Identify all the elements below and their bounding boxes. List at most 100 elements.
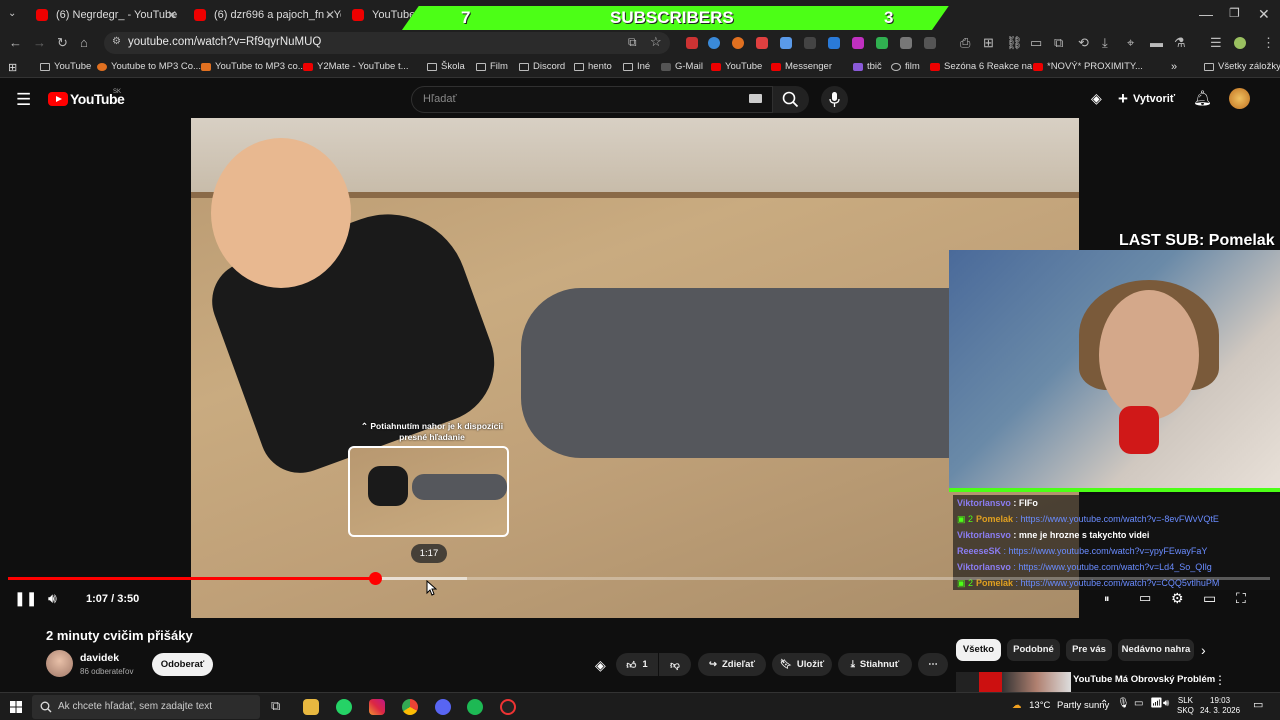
restore-icon[interactable]: ❐ (1229, 6, 1240, 20)
search-input[interactable]: Hľadať (411, 86, 773, 113)
save-button[interactable]: 🔖︎ Uložiť (772, 653, 832, 676)
channel-name[interactable]: davidek (80, 652, 119, 664)
bookmark-item[interactable]: YouTube (711, 61, 762, 72)
subtitles-icon[interactable]: ▭ (1139, 590, 1151, 606)
extension-icon[interactable] (732, 37, 744, 49)
premium-icon[interactable]: ◈ (595, 657, 606, 674)
close-tab-icon[interactable]: ✕ (167, 8, 177, 22)
pause-icon[interactable]: ❚❚ (14, 590, 37, 607)
site-info-icon[interactable]: ⚙ (112, 36, 121, 47)
chip-related[interactable]: Podobné (1007, 639, 1060, 661)
forward-icon[interactable]: → (33, 35, 46, 50)
channel-avatar[interactable] (46, 650, 73, 677)
create-button[interactable]: + Vytvoriť (1118, 88, 1175, 110)
video-player[interactable] (191, 118, 1079, 618)
bookmark-item[interactable]: Film (476, 61, 508, 72)
extension-icon[interactable] (686, 37, 698, 49)
bookmark-item[interactable]: Sezóna 6 Reakce na... (930, 61, 1040, 72)
install-app-icon[interactable]: ⧉ (628, 35, 637, 50)
bookmark-item[interactable]: Škola (427, 61, 465, 72)
chip-for-you[interactable]: Pre vás (1066, 639, 1112, 661)
share-button[interactable]: ↪ Zdieľať (698, 653, 766, 676)
fullscreen-icon[interactable]: ⛶ (1236, 590, 1246, 607)
url-text[interactable]: youtube.com/watch?v=Rf9qyrNuMUQ (128, 36, 321, 48)
address-bar[interactable]: ⚙ youtube.com/watch?v=Rf9qyrNuMUQ ⧉ ☆ (104, 32, 670, 54)
system-clock[interactable]: 19:03 24. 3. 2026 (1200, 696, 1240, 716)
profile-avatar-icon[interactable] (1234, 37, 1246, 49)
tab-search-chevron-icon[interactable]: ⌄ (8, 8, 16, 19)
apps-icon[interactable]: ⊞ (8, 61, 17, 74)
bookmark-item[interactable]: G-Mail (661, 61, 703, 72)
browser-tab[interactable]: (6) dzr696 a pajoch_fn - YouTu ✕ (186, 3, 341, 27)
autoplay-toggle-icon[interactable]: ⏸︎ (1104, 593, 1110, 606)
close-tab-icon[interactable]: ✕ (325, 8, 335, 22)
windows-start-icon[interactable] (10, 701, 22, 713)
download-button[interactable]: ⤓ Stiahnuť (838, 653, 912, 676)
account-avatar[interactable] (1229, 88, 1250, 109)
tray-chevron-icon[interactable]: ⌃ (1100, 699, 1108, 710)
bookmark-item[interactable]: tbič (853, 61, 882, 72)
print-icon[interactable]: ⎙ (960, 35, 970, 51)
recommended-thumbnail[interactable] (956, 672, 1071, 692)
chip-recently-uploaded[interactable]: Nedávno nahra (1118, 639, 1194, 661)
subscribe-button[interactable]: Odoberať (152, 653, 213, 676)
speaker-icon[interactable]: 🔊︎ (1163, 698, 1169, 709)
extension-icon[interactable] (708, 37, 720, 49)
extension-icon[interactable] (828, 37, 840, 49)
language-indicator[interactable]: SLK SKQ (1177, 696, 1194, 716)
notification-center-icon[interactable]: ▭ (1253, 698, 1263, 711)
extension-icon[interactable] (756, 37, 768, 49)
location-icon[interactable]: ⌖ (1127, 35, 1134, 51)
more-bookmarks-icon[interactable]: » (1171, 61, 1177, 73)
apps-grid-icon[interactable]: ⊞ (983, 35, 994, 51)
translate-icon[interactable]: ⟲ (1078, 35, 1089, 51)
discord-icon[interactable] (435, 699, 451, 715)
bookmark-item[interactable]: *NOVÝ* PROXIMITY... (1033, 61, 1143, 72)
cast-icon[interactable]: ▭ (1030, 35, 1042, 51)
bookmark-item[interactable]: hento (574, 61, 612, 72)
premium-icon[interactable]: ◈ (1091, 90, 1102, 107)
home-icon[interactable]: ⌂ (80, 35, 88, 50)
chrome-icon[interactable] (402, 699, 418, 715)
network-icon[interactable]: ▭ (1134, 698, 1143, 709)
bookmark-item[interactable]: YouTube (40, 61, 91, 72)
extension-icon[interactable] (876, 37, 888, 49)
back-icon[interactable]: ← (9, 35, 22, 50)
bookmark-item[interactable]: YouTube to MP3 co... (201, 61, 306, 72)
extensions-puzzle-icon[interactable] (924, 37, 936, 49)
link-icon[interactable]: ⛓ (1006, 35, 1023, 51)
like-button[interactable]: 👍︎ 1 (616, 653, 658, 676)
more-actions-button[interactable]: ⋯ (918, 653, 948, 676)
more-vertical-icon[interactable]: ⋮ (1214, 673, 1226, 687)
extension-icon[interactable] (900, 37, 912, 49)
extension-icon[interactable] (852, 37, 864, 49)
reload-icon[interactable]: ↻ (57, 35, 68, 51)
weather-widget[interactable]: ☁︎ 13°C Partly sunny (1012, 700, 1109, 711)
screenshot-icon[interactable]: ⧉ (1054, 35, 1063, 51)
bookmark-item[interactable]: Iné (623, 61, 650, 72)
search-button[interactable] (773, 86, 809, 113)
spotify-icon[interactable] (467, 699, 483, 715)
download-icon[interactable]: ⤓ (1102, 35, 1108, 51)
task-view-icon[interactable]: ⧉ (271, 698, 280, 714)
taskbar-search-input[interactable]: Ak chcete hľadať, sem zadajte text (32, 695, 260, 719)
obs-icon[interactable] (500, 699, 516, 715)
settings-gear-icon[interactable]: ⚙ (1171, 590, 1184, 607)
dislike-button[interactable]: 👎︎ (659, 653, 691, 676)
extension-icon[interactable] (804, 37, 816, 49)
theater-mode-icon[interactable]: ▭ (1203, 590, 1216, 607)
chevron-right-icon[interactable]: › (1201, 642, 1206, 658)
file-explorer-icon[interactable] (303, 699, 319, 715)
hamburger-menu-icon[interactable]: ☰ (16, 90, 31, 110)
recommended-title[interactable]: YouTube Má Obrovský Problém (1073, 674, 1215, 685)
instagram-icon[interactable] (369, 699, 385, 715)
keyboard-icon[interactable] (749, 94, 762, 103)
minimize-icon[interactable]: — (1199, 6, 1213, 22)
bookmark-item[interactable]: Messenger (771, 61, 832, 72)
notifications-bell-icon[interactable]: 🔔︎ (1193, 89, 1212, 107)
close-window-icon[interactable]: ✕ (1258, 6, 1270, 23)
bookmark-item[interactable]: film (891, 61, 920, 72)
reading-list-icon[interactable]: ☰ (1210, 35, 1222, 51)
wifi-icon[interactable]: 📶︎ (1150, 698, 1163, 709)
browser-menu-icon[interactable]: ⋮ (1262, 35, 1275, 51)
